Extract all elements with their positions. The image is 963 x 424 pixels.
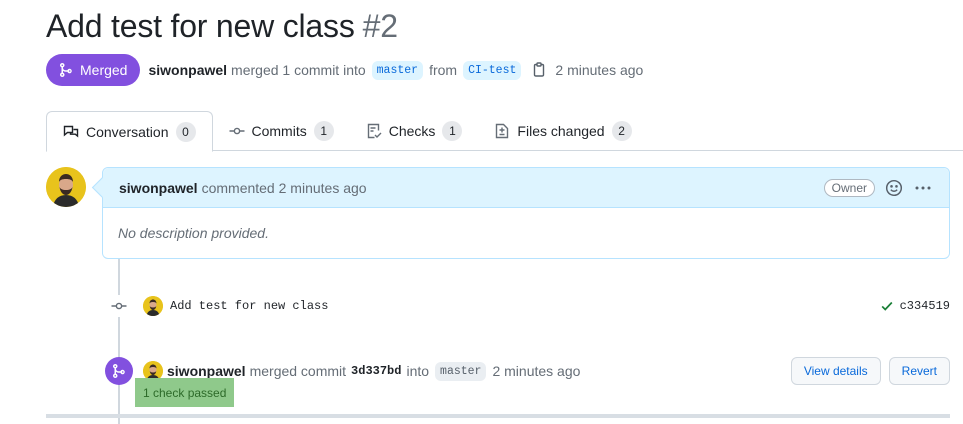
kebab-horizontal-icon[interactable] <box>913 179 933 197</box>
commit-row: Add test for new class c334519 <box>108 294 950 318</box>
tab-commits-count: 1 <box>313 121 334 141</box>
commit-sha-link[interactable]: c334519 <box>900 299 950 313</box>
checks-passed-badge[interactable]: 1 check passed <box>135 378 235 407</box>
comment-author-link[interactable]: siwonpawel <box>119 180 198 196</box>
avatar[interactable] <box>46 167 86 207</box>
tab-conversation-count: 0 <box>175 121 196 142</box>
avatar-image <box>46 167 86 207</box>
comment-actions: Owner <box>823 178 933 197</box>
check-icon[interactable] <box>880 299 894 313</box>
copy-branch-button[interactable] <box>531 62 547 78</box>
tab-commits-label: Commits <box>251 123 307 139</box>
from-text: from <box>429 62 458 78</box>
pr-title: Add test for new class #2 <box>46 8 398 45</box>
tab-checks-count: 1 <box>442 121 463 141</box>
pr-author-link[interactable]: siwonpawel <box>148 62 227 78</box>
timeline-line <box>118 258 120 424</box>
pr-number: #2 <box>362 8 398 44</box>
merged-state-badge: Merged <box>46 54 141 86</box>
view-details-button[interactable]: View details <box>790 357 881 385</box>
merge-action: merged commit <box>249 363 347 379</box>
tab-files-changed-count: 2 <box>611 121 632 141</box>
file-diff-icon <box>496 123 509 139</box>
commit-status: c334519 <box>880 299 950 313</box>
tab-conversation-label: Conversation <box>86 123 169 140</box>
commit-dot <box>108 295 130 317</box>
timeline-divider <box>46 414 950 418</box>
smiley-icon[interactable] <box>885 179 903 197</box>
base-branch-link[interactable]: master <box>371 60 424 80</box>
merge-sha-link[interactable]: 3d337bd <box>351 364 401 378</box>
git-merge-icon <box>112 364 125 379</box>
comment-action: commented <box>201 179 275 196</box>
avatar[interactable] <box>143 296 163 316</box>
commit-message-link[interactable]: Add test for new class <box>170 299 328 313</box>
git-merge-icon <box>59 63 72 78</box>
merge-summary-text: merged 1 commit into <box>231 62 366 78</box>
merge-event-time[interactable]: 2 minutes ago <box>492 363 580 379</box>
git-commit-icon <box>111 302 127 310</box>
merge-time: 2 minutes ago <box>555 62 644 78</box>
tab-commits[interactable]: Commits 1 <box>213 111 350 151</box>
tab-checks-label: Checks <box>388 123 436 139</box>
pr-meta: Merged siwonpawel merged 1 commit into m… <box>46 54 643 86</box>
pr-tabs: Conversation 0 Commits 1 Checks 1 Files … <box>46 111 963 152</box>
tab-files-changed-label: Files changed <box>517 123 605 139</box>
git-commit-icon <box>229 127 244 135</box>
head-branch-link[interactable]: CI-test <box>463 60 522 80</box>
tab-files-changed[interactable]: Files changed 2 <box>478 111 647 151</box>
owner-badge: Owner <box>823 178 875 197</box>
pr-title-text: Add test for new class <box>46 8 355 44</box>
comment-box: siwonpawel commented 2 minutes ago Owner… <box>102 167 950 259</box>
merged-state-label: Merged <box>80 62 128 78</box>
comment-discussion-icon <box>63 125 79 137</box>
merge-event-badge <box>105 357 133 385</box>
comment-body: No description provided. <box>118 225 269 241</box>
merge-into-text: into <box>406 363 430 379</box>
revert-button[interactable]: Revert <box>888 357 950 385</box>
tab-conversation[interactable]: Conversation 0 <box>46 111 213 152</box>
merge-author-link[interactable]: siwonpawel <box>167 363 246 379</box>
merge-branch-link[interactable]: master <box>435 361 487 381</box>
merge-event-actions: View details Revert <box>790 357 950 385</box>
checklist-icon <box>367 123 382 139</box>
comment-header: siwonpawel commented 2 minutes ago Owner <box>103 168 949 208</box>
comment-time[interactable]: 2 minutes ago <box>279 180 367 196</box>
avatar-image <box>143 296 163 316</box>
copy-icon <box>534 62 545 77</box>
tab-checks[interactable]: Checks 1 <box>350 111 479 151</box>
